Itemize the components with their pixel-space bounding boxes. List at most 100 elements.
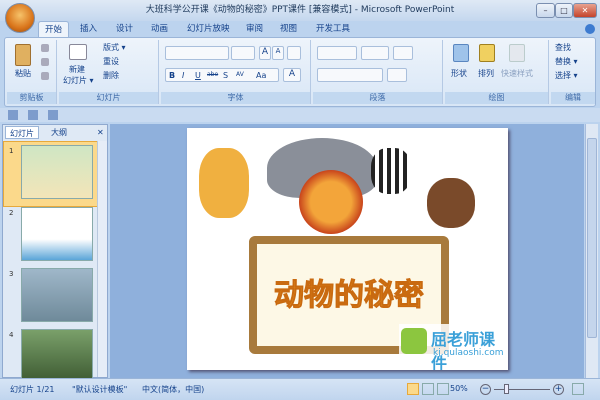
- zoom-in-button[interactable]: +: [553, 384, 564, 395]
- group-label: 段落: [313, 92, 442, 104]
- indent-buttons[interactable]: [361, 46, 389, 60]
- slide-title: 动物的秘密: [274, 278, 425, 314]
- office-button[interactable]: [5, 3, 35, 33]
- select-button[interactable]: 选择 ▾: [555, 70, 578, 81]
- underline-button[interactable]: U: [195, 71, 201, 80]
- find-button[interactable]: 查找: [555, 42, 571, 53]
- close-button[interactable]: ✕: [573, 3, 597, 18]
- redo-icon[interactable]: [48, 110, 58, 120]
- group-label: 幻灯片: [59, 92, 158, 104]
- minimize-button[interactable]: –: [536, 3, 555, 18]
- zoom-out-button[interactable]: −: [480, 384, 491, 395]
- shrink-font-button[interactable]: A: [272, 46, 284, 60]
- shapes-icon: [453, 44, 469, 62]
- zoom-level: 50%: [450, 384, 468, 393]
- language: 中文(简体，中国): [142, 385, 205, 394]
- zebra-illustration: [371, 148, 411, 194]
- tab-animation[interactable]: 动画: [145, 21, 174, 37]
- new-slide-icon: [69, 44, 87, 60]
- maximize-button[interactable]: □: [555, 3, 573, 18]
- tab-slides[interactable]: 幻灯片: [5, 126, 39, 139]
- slide-thumbnail[interactable]: [21, 268, 93, 322]
- grow-font-button[interactable]: A: [259, 46, 271, 60]
- slide-thumbnail[interactable]: [21, 145, 93, 199]
- align-buttons[interactable]: [317, 68, 383, 82]
- tab-home[interactable]: 开始: [38, 21, 70, 37]
- font-size-select[interactable]: [231, 46, 255, 60]
- layout-button[interactable]: 版式 ▾: [103, 42, 126, 53]
- slide-thumbnail[interactable]: [21, 207, 93, 261]
- group-label: 编辑: [551, 92, 595, 104]
- vertical-scrollbar[interactable]: [585, 124, 598, 378]
- thumb-number: 3: [9, 270, 14, 278]
- reset-button[interactable]: 重设: [103, 56, 119, 67]
- font-format-bar: B I U abe S AV Aa: [165, 68, 279, 82]
- zoom-slider[interactable]: [494, 389, 550, 390]
- panel-scrollbar[interactable]: [97, 141, 107, 377]
- title-bar: 大班科学公开课《动物的秘密》PPT课件 [兼容模式] - Microsoft P…: [0, 0, 600, 21]
- group-label: 剪贴板: [7, 92, 56, 104]
- char-spacing-button[interactable]: AV: [236, 71, 244, 78]
- tab-outline[interactable]: 大纲: [47, 126, 71, 139]
- group-drawing: 形状 排列 快速样式 绘图: [445, 40, 549, 104]
- strikethrough-button[interactable]: abe: [207, 71, 218, 78]
- ribbon-tabs: 开始 插入 设计 动画 幻灯片放映 审阅 视图 开发工具: [0, 21, 600, 37]
- fit-to-window-icon[interactable]: [572, 383, 584, 395]
- paste-button[interactable]: 粘贴: [15, 68, 31, 79]
- group-editing: 查找 替换 ▾ 选择 ▾ 编辑: [551, 40, 595, 104]
- slide-count: 幻灯片 1/21: [10, 385, 55, 394]
- replace-button[interactable]: 替换 ▾: [555, 56, 578, 67]
- monkey-illustration: [427, 178, 475, 228]
- watermark: 屈老师课件 kj.qulaoshi.com: [399, 324, 507, 370]
- font-color-button[interactable]: A: [283, 68, 301, 82]
- thumb-number: 2: [9, 209, 14, 217]
- slide-thumbnail[interactable]: [21, 329, 93, 383]
- arrange-button[interactable]: 排列: [478, 68, 494, 79]
- giraffe-illustration: [199, 148, 249, 218]
- undo-icon[interactable]: [28, 110, 38, 120]
- tab-insert[interactable]: 插入: [74, 21, 103, 37]
- shadow-button[interactable]: S: [223, 71, 228, 80]
- group-font: A A B I U abe S AV Aa A 字体: [161, 40, 311, 104]
- tab-developer[interactable]: 开发工具: [310, 21, 356, 37]
- change-case-button[interactable]: Aa: [256, 71, 266, 80]
- group-slides: 新建 幻灯片 ▾ 版式 ▾ 重设 删除 幻灯片: [59, 40, 159, 104]
- thumb-number: 1: [9, 147, 14, 155]
- lion-illustration: [299, 170, 363, 234]
- tab-slideshow[interactable]: 幻灯片放映: [181, 21, 236, 37]
- shapes-button[interactable]: 形状: [451, 68, 467, 79]
- copy-icon[interactable]: [41, 58, 49, 66]
- new-slide-button[interactable]: 新建: [69, 64, 85, 75]
- normal-view-icon[interactable]: [407, 383, 419, 395]
- quick-styles-button[interactable]: 快速样式: [501, 68, 533, 79]
- slideshow-icon[interactable]: [437, 383, 449, 395]
- cut-icon[interactable]: [41, 44, 49, 52]
- line-spacing-button[interactable]: [393, 46, 413, 60]
- italic-button[interactable]: I: [182, 71, 184, 80]
- new-slide-dropdown[interactable]: 幻灯片 ▾: [63, 75, 94, 86]
- slide-sorter-icon[interactable]: [422, 383, 434, 395]
- format-painter-icon[interactable]: [41, 72, 49, 80]
- group-paragraph: 段落: [313, 40, 443, 104]
- scroll-thumb[interactable]: [587, 138, 597, 338]
- bold-button[interactable]: B: [169, 71, 175, 80]
- columns-button[interactable]: [387, 68, 407, 82]
- group-clipboard: 粘贴 剪贴板: [7, 40, 57, 104]
- bullets-button[interactable]: [317, 46, 357, 60]
- save-icon[interactable]: [8, 110, 18, 120]
- delete-button[interactable]: 删除: [103, 70, 119, 81]
- clear-format-button[interactable]: [287, 46, 301, 60]
- paste-icon: [15, 44, 31, 66]
- tab-view[interactable]: 视图: [274, 21, 303, 37]
- close-panel-button[interactable]: ✕: [93, 126, 108, 139]
- slide-canvas[interactable]: 动物的秘密 屈老师课件 kj.qulaoshi.com: [187, 128, 508, 370]
- theme-name: "默认设计模板": [72, 385, 128, 394]
- tab-review[interactable]: 审阅: [240, 21, 269, 37]
- zoom-slider-thumb[interactable]: [504, 384, 510, 394]
- help-icon[interactable]: [585, 24, 595, 34]
- window-title: 大班科学公开课《动物的秘密》PPT课件 [兼容模式] - Microsoft P…: [145, 5, 455, 15]
- quick-styles-icon: [509, 44, 525, 62]
- font-name-select[interactable]: [165, 46, 229, 60]
- tab-design[interactable]: 设计: [110, 21, 139, 37]
- slides-panel: 幻灯片 大纲 ✕ 1 2 3 4: [2, 124, 108, 383]
